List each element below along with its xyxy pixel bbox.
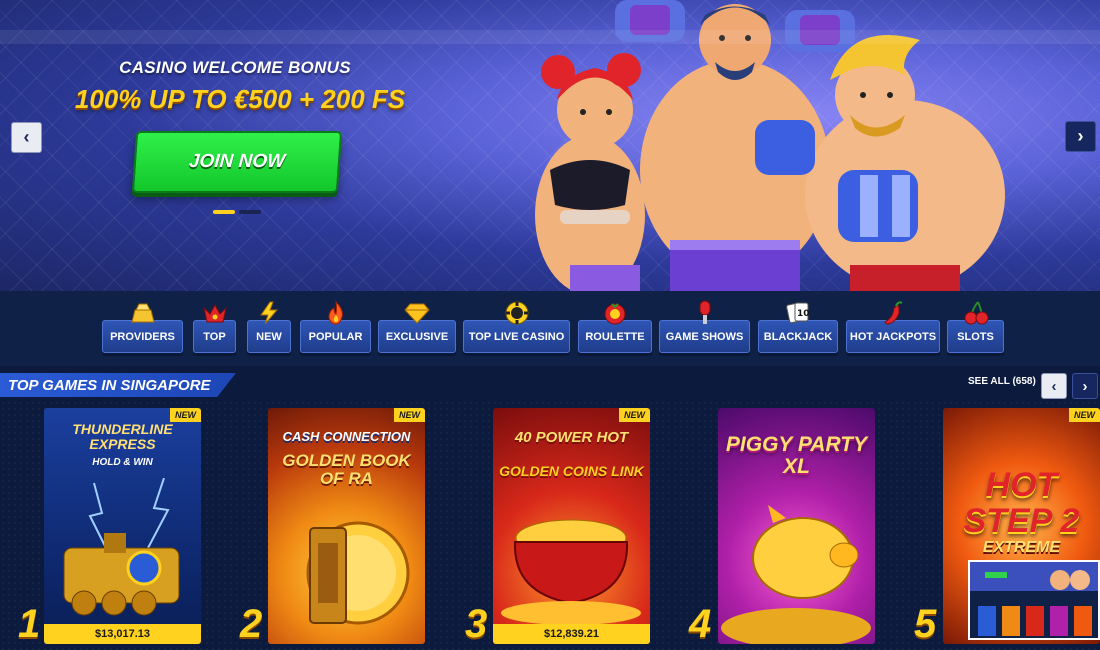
new-badge: NEW	[1069, 408, 1100, 422]
category-label: PROVIDERS	[110, 330, 175, 343]
new-badge: NEW	[170, 408, 201, 422]
lightning-icon	[256, 300, 282, 326]
cherries-icon	[963, 300, 989, 326]
jackpot-amount: $12,839.21	[493, 624, 650, 644]
category-label: BLACKJACK	[763, 330, 833, 343]
category-label: NEW	[256, 330, 282, 343]
game-subtitle: EXTREME	[982, 539, 1061, 556]
category-bar: PROVIDERS TOP NEW POPULAR EXCLUSIVE TOP …	[0, 291, 1100, 366]
chevron-right-icon: ›	[1082, 377, 1088, 395]
category-hot-jackpots[interactable]: HOT JACKPOTS	[846, 301, 940, 353]
page: CASINO WELCOME BONUS 100% UP TO €500 + 2…	[0, 0, 1100, 650]
tomato-icon	[602, 300, 628, 326]
category-label: TOP	[203, 330, 226, 343]
svg-text:10: 10	[797, 309, 810, 319]
new-badge: NEW	[619, 408, 650, 422]
category-label: POPULAR	[308, 330, 363, 343]
see-all-link[interactable]: SEE ALL (658)	[968, 376, 1036, 387]
category-label: ROULETTE	[585, 330, 645, 343]
game-title: HOT STEP 2	[963, 466, 1080, 540]
category-label: SLOTS	[957, 330, 994, 343]
coin-pot-icon	[501, 519, 641, 624]
preview-image	[978, 570, 1092, 636]
game-rank: 5	[914, 602, 937, 646]
bonus-amount: 100% UP TO €500 + 200 FS	[74, 84, 406, 114]
flame-icon	[323, 300, 349, 326]
category-label: GAME SHOWS	[665, 330, 744, 343]
category-slots[interactable]: SLOTS	[947, 301, 1004, 353]
category-label: EXCLUSIVE	[385, 330, 449, 343]
bonus-title: CASINO WELCOME BONUS	[119, 58, 351, 77]
game-subtitle: GOLDEN BOOK OF RA	[282, 451, 411, 488]
game-title: PIGGY PARTY XL	[725, 433, 868, 479]
train-icon	[63, 478, 180, 616]
game-rank: 1	[18, 602, 41, 646]
jackpot-amount: $13,017.13	[44, 624, 201, 644]
category-roulette[interactable]: ROULETTE	[578, 303, 652, 353]
game-card-40-power-hot[interactable]: 40 POWER HOT GOLDEN COINS LINK NEW $12,8…	[493, 408, 650, 644]
slide-indicators	[213, 210, 261, 214]
chevron-right-icon: ›	[1077, 126, 1084, 146]
slide-dot-active[interactable]	[213, 210, 235, 214]
fighter-left	[535, 53, 645, 291]
chili-icon	[880, 300, 906, 326]
game-card-piggy-party-xl[interactable]: PIGGY PARTY XL	[718, 408, 875, 644]
category-new[interactable]: NEW	[247, 301, 291, 353]
diamond-icon	[404, 300, 430, 326]
slide-dot[interactable]	[239, 210, 261, 214]
game-subtitle: HOLD & WIN	[92, 457, 153, 468]
game-title: THUNDERLINE EXPRESS	[72, 421, 173, 452]
book-icon	[306, 521, 410, 625]
game-title: CASH CONNECTION	[282, 429, 411, 444]
games-prev-button[interactable]: ‹	[1041, 373, 1067, 399]
piggy-bank-icon	[721, 505, 871, 644]
hero-prev-button[interactable]: ‹	[11, 122, 42, 153]
section-heading: TOP GAMES IN SINGAPORE	[0, 373, 236, 397]
category-label: HOT JACKPOTS	[849, 330, 937, 343]
games-next-button[interactable]: ›	[1072, 373, 1098, 399]
game-card-thunderline-express[interactable]: THUNDERLINE EXPRESS HOLD & WIN NEW $13,0…	[44, 408, 201, 644]
hero-next-button[interactable]: ›	[1065, 121, 1096, 152]
game-rank: 2	[240, 602, 263, 646]
category-top[interactable]: TOP	[193, 303, 236, 353]
game-rank: 3	[465, 602, 488, 646]
chevron-left-icon: ‹	[23, 127, 30, 147]
new-badge: NEW	[394, 408, 425, 422]
microphone-icon	[692, 300, 718, 326]
category-providers[interactable]: PROVIDERS	[102, 303, 183, 353]
category-game-shows[interactable]: GAME SHOWS	[659, 300, 750, 353]
game-title: 40 POWER HOT	[514, 429, 629, 446]
casino-chip-icon	[504, 300, 530, 326]
playing-cards-icon: 10	[785, 300, 811, 326]
gold-bar-icon	[130, 300, 156, 326]
page-preview-thumbnail[interactable]	[968, 560, 1100, 640]
chevron-left-icon: ‹	[1051, 377, 1057, 395]
game-subtitle: GOLDEN COINS LINK	[499, 463, 644, 479]
category-popular[interactable]: POPULAR	[300, 301, 371, 353]
fighters-illustration	[535, 0, 1005, 291]
category-exclusive[interactable]: EXCLUSIVE	[378, 303, 456, 353]
hero-banner: CASINO WELCOME BONUS 100% UP TO €500 + 2…	[0, 0, 1100, 291]
category-blackjack[interactable]: 10 BLACKJACK	[758, 302, 838, 353]
join-now-button[interactable]: JOIN NOW	[131, 131, 343, 193]
category-label: TOP LIVE CASINO	[468, 330, 565, 343]
game-rank: 4	[689, 602, 712, 646]
game-card-golden-book-of-ra[interactable]: CASH CONNECTION GOLDEN BOOK OF RA NEW	[268, 408, 425, 644]
fighter-center	[615, 0, 855, 291]
category-top-live-casino[interactable]: TOP LIVE CASINO	[463, 301, 570, 353]
crown-icon	[202, 300, 228, 326]
